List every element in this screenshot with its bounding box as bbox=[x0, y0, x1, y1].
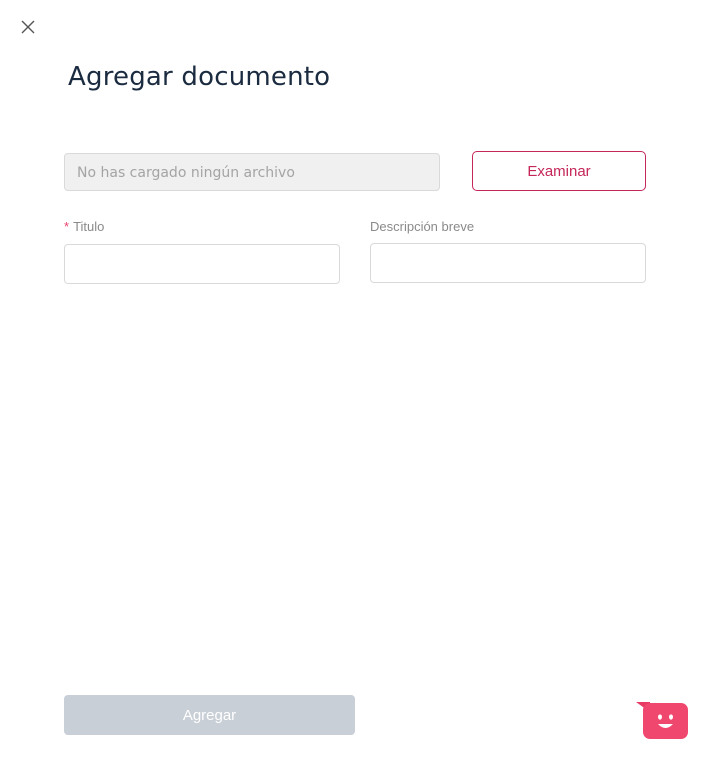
file-name-display: No has cargado ningún archivo bbox=[64, 153, 440, 191]
add-document-dialog: Agregar documento No has cargado ningún … bbox=[0, 0, 710, 769]
browse-button[interactable]: Examinar bbox=[472, 151, 646, 191]
title-field-label: * Titulo bbox=[64, 219, 104, 234]
close-button[interactable] bbox=[18, 17, 38, 37]
required-mark: * bbox=[64, 219, 70, 234]
chat-widget-button[interactable] bbox=[636, 702, 690, 742]
title-label-text: Titulo bbox=[73, 219, 105, 234]
page-title: Agregar documento bbox=[68, 62, 331, 92]
chat-face-icon bbox=[636, 702, 688, 739]
description-input[interactable] bbox=[370, 243, 646, 283]
close-icon bbox=[21, 20, 35, 34]
title-input[interactable] bbox=[64, 244, 340, 284]
description-field-label: Descripción breve bbox=[370, 219, 475, 234]
add-button[interactable]: Agregar bbox=[64, 695, 355, 735]
